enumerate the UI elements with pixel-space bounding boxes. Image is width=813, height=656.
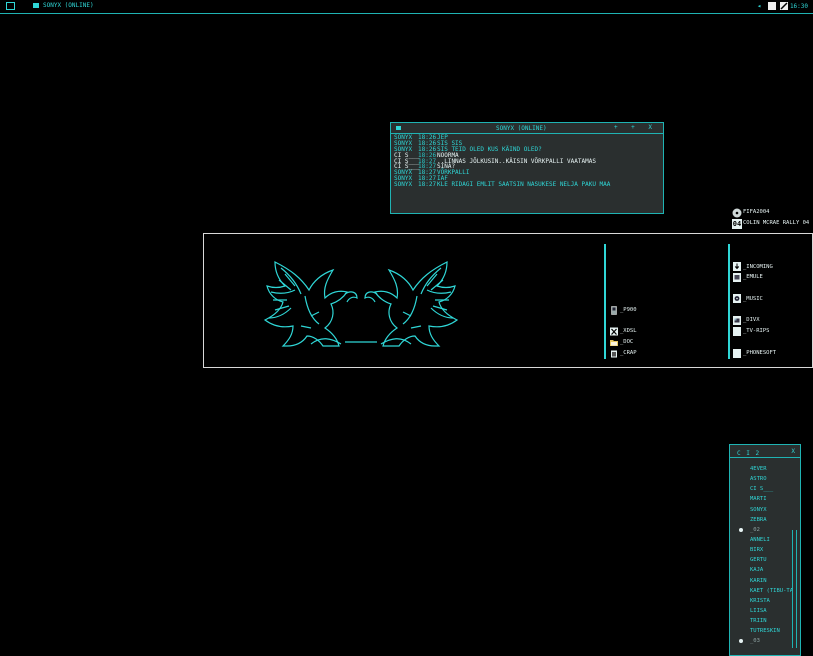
- title-divider: [730, 457, 800, 458]
- shortcut-label: _INCOMING: [743, 264, 773, 270]
- chat-window[interactable]: Sonyx (Online) + + x SONYX 18:26JEP SONYX 1…: [390, 122, 664, 214]
- contact-item[interactable]: KRISTA: [730, 596, 800, 606]
- folder-icon: [610, 340, 618, 346]
- panel-divider: [728, 244, 730, 359]
- contact-item[interactable]: ZEBRA: [730, 515, 800, 525]
- emule-icon: [733, 273, 741, 282]
- shortcut-label: _P900: [620, 307, 637, 313]
- contact-item[interactable]: MARTI: [730, 494, 800, 504]
- contact-item[interactable]: BIRX: [730, 545, 800, 555]
- shortcut-label: _DOC: [620, 339, 634, 345]
- rally-04-icon: 04: [732, 219, 742, 229]
- chat-title-bar[interactable]: Sonyx (Online) + + x: [391, 123, 663, 134]
- tray-pen-icon[interactable]: [780, 2, 788, 10]
- contact-item[interactable]: GERTU: [730, 555, 800, 565]
- trash-icon: [611, 350, 617, 358]
- desktop-panel: _P900 _XDSL _DOC _CRAP _INCOMING _EMULE …: [203, 233, 813, 368]
- tv-icon: [733, 327, 741, 336]
- tray-arrow-icon[interactable]: ◂: [757, 2, 761, 10]
- taskbar-item-label: Sonyx (Online): [43, 2, 94, 9]
- chat-window-icon: [396, 126, 401, 130]
- message-text: ..LINNAS JÕLKUSIN..KÄISIN VÕRKPALLI VAAT…: [437, 157, 596, 165]
- contact-item[interactable]: CI S___: [730, 484, 800, 494]
- contact-group[interactable]: _02: [730, 525, 800, 535]
- message-text: KLE RIDAGI EMLIT SAATSIN NASUKESE NELJA …: [437, 181, 611, 189]
- download-icon: [733, 262, 741, 271]
- message-time: 18:27: [418, 181, 437, 189]
- scrollbar-track[interactable]: [792, 530, 793, 648]
- shortcut-label: _DIVX: [743, 317, 760, 323]
- phone-soft-icon: [733, 349, 741, 358]
- contact-item[interactable]: ANNELI: [730, 535, 800, 545]
- chat-title: Sonyx (Online): [496, 125, 547, 132]
- shortcut-label: _TV-RIPS: [743, 328, 770, 334]
- contact-item[interactable]: TUTRESKIN: [730, 626, 800, 636]
- contact-list-window[interactable]: C I 2 x 4EVER ASTRO CI S___ MARTI SONYX ZEBRA…: [729, 444, 801, 656]
- scrollbar-track[interactable]: [796, 530, 797, 648]
- chat-log: SONYX 18:26JEP SONYX 18:26SIS SIS SONYX 18:26…: [394, 135, 610, 188]
- shortcut-label: _EMULE: [743, 274, 763, 280]
- taskbar: Sonyx (Online) ◂ 16:30: [0, 0, 813, 14]
- x-icon: [610, 327, 618, 336]
- clock: 16:30: [789, 3, 808, 10]
- shortcut-label: _XDSL: [620, 328, 637, 334]
- contact-item[interactable]: KAJA: [730, 565, 800, 575]
- contact-item[interactable]: KARIN: [730, 576, 800, 586]
- shortcut-label: COLIN MCRAE RALLY 04: [743, 220, 810, 226]
- contact-item[interactable]: ASTRO: [730, 474, 800, 484]
- contact-item[interactable]: LIISA: [730, 606, 800, 616]
- contact-item[interactable]: 4EVER: [730, 464, 800, 474]
- window-controls[interactable]: + + x: [614, 124, 657, 131]
- shortcut-label: _CRAP: [620, 350, 637, 356]
- message-author: SONYX: [394, 181, 413, 189]
- contact-list: 4EVER ASTRO CI S___ MARTI SONYX ZEBRA _02 ANNEL…: [730, 464, 800, 647]
- shortcut-label: _PHONESOFT: [743, 350, 777, 356]
- film-icon: [733, 316, 741, 325]
- chat-window-icon: [33, 3, 39, 8]
- griffin-emblem-icon: [263, 261, 459, 347]
- contact-item[interactable]: SONYX: [730, 505, 800, 515]
- contact-item[interactable]: TRIIN: [730, 616, 800, 626]
- tray-app-icon[interactable]: [768, 2, 776, 10]
- disc-icon: [732, 208, 742, 218]
- chat-message: SONYX 18:27KLE RIDAGI EMLIT SAATSIN NASUK…: [394, 182, 610, 188]
- close-icon[interactable]: x: [791, 448, 795, 455]
- shortcut-label: _MUSIC: [743, 296, 763, 302]
- taskbar-item-chat[interactable]: Sonyx (Online): [33, 2, 94, 9]
- contact-item[interactable]: KAET (TIBU-TA: [730, 586, 800, 596]
- shortcut-label: FIFA2004: [743, 209, 770, 215]
- phone-icon: [611, 306, 617, 315]
- start-icon[interactable]: [6, 2, 15, 10]
- panel-divider: [604, 244, 606, 359]
- music-icon: [733, 294, 741, 303]
- contact-list-title: C I 2: [737, 450, 761, 457]
- contact-group[interactable]: _03: [730, 636, 800, 646]
